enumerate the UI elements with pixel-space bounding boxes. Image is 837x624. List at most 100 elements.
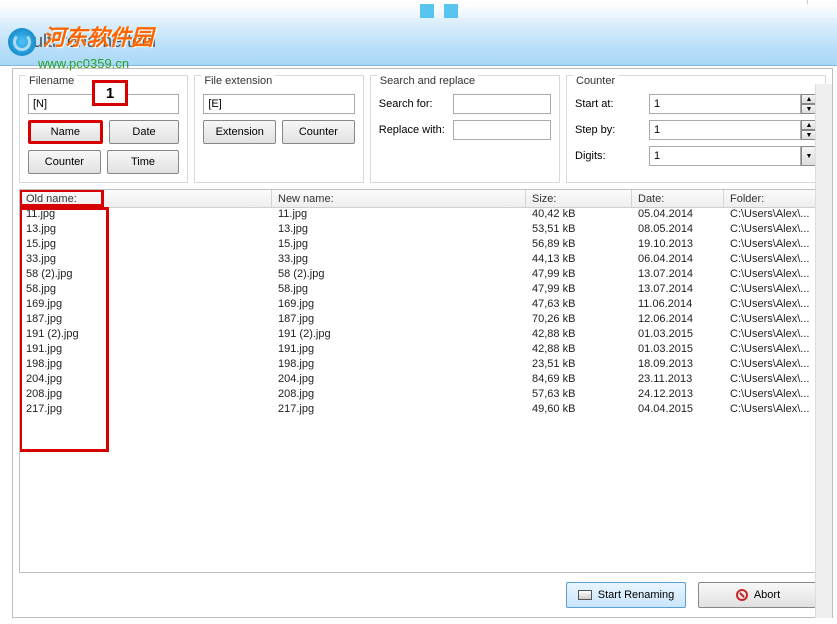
cell-old: 13.jpg xyxy=(20,223,272,238)
cell-new: 198.jpg xyxy=(272,358,526,373)
cell-old: 33.jpg xyxy=(20,253,272,268)
abort-icon xyxy=(736,589,748,601)
cell-new: 33.jpg xyxy=(272,253,526,268)
name-button[interactable]: Name xyxy=(28,120,103,144)
file-list: Old name: New name: Size: Date: Folder: … xyxy=(19,189,826,573)
search-legend: Search and replace xyxy=(377,75,478,87)
cell-date: 06.04.2014 xyxy=(632,253,724,268)
cell-size: 47,99 kB xyxy=(526,283,632,298)
cell-date: 18.09.2013 xyxy=(632,358,724,373)
extension-legend: File extension xyxy=(201,75,275,87)
table-row[interactable]: 208.jpg208.jpg57,63 kB24.12.2013C:\Users… xyxy=(20,388,825,403)
start-renaming-label: Start Renaming xyxy=(598,589,674,601)
cell-size: 44,13 kB xyxy=(526,253,632,268)
cell-old: 187.jpg xyxy=(20,313,272,328)
cell-new: 187.jpg xyxy=(272,313,526,328)
cell-old: 11.jpg xyxy=(20,208,272,223)
cell-new: 58.jpg xyxy=(272,283,526,298)
cell-date: 19.10.2013 xyxy=(632,238,724,253)
cell-folder: C:\Users\Alex\... xyxy=(724,223,825,238)
cell-old: 191.jpg xyxy=(20,343,272,358)
cell-size: 42,88 kB xyxy=(526,343,632,358)
table-row[interactable]: 198.jpg198.jpg23,51 kB18.09.2013C:\Users… xyxy=(20,358,825,373)
col-header-new[interactable]: New name: xyxy=(272,190,526,207)
cell-date: 13.07.2014 xyxy=(632,268,724,283)
cell-date: 04.04.2015 xyxy=(632,403,724,418)
cell-folder: C:\Users\Alex\... xyxy=(724,403,825,418)
table-row[interactable]: 11.jpg11.jpg40,42 kB05.04.2014C:\Users\A… xyxy=(20,208,825,223)
extension-button[interactable]: Extension xyxy=(203,120,276,144)
vertical-scrollbar[interactable] xyxy=(815,84,832,618)
table-row[interactable]: 187.jpg187.jpg70,26 kB12.06.2014C:\Users… xyxy=(20,313,825,328)
cell-date: 23.11.2013 xyxy=(632,373,724,388)
replace-with-input[interactable] xyxy=(453,120,551,140)
counter-button[interactable]: Counter xyxy=(28,150,101,174)
cell-old: 198.jpg xyxy=(20,358,272,373)
table-row[interactable]: 191.jpg191.jpg42,88 kB01.03.2015C:\Users… xyxy=(20,343,825,358)
cell-size: 70,26 kB xyxy=(526,313,632,328)
abort-label: Abort xyxy=(754,589,780,601)
cell-folder: C:\Users\Alex\... xyxy=(724,358,825,373)
cell-size: 47,63 kB xyxy=(526,298,632,313)
extension-input[interactable] xyxy=(203,94,354,114)
table-row[interactable]: 33.jpg33.jpg44,13 kB06.04.2014C:\Users\A… xyxy=(20,253,825,268)
cell-size: 40,42 kB xyxy=(526,208,632,223)
extension-groupbox: File extension Extension Counter xyxy=(194,75,363,183)
digits-label: Digits: xyxy=(575,150,645,162)
cell-date: 08.05.2014 xyxy=(632,223,724,238)
cell-date: 12.06.2014 xyxy=(632,313,724,328)
search-for-input[interactable] xyxy=(453,94,551,114)
table-row[interactable]: 191 (2).jpg191 (2).jpg42,88 kB01.03.2015… xyxy=(20,328,825,343)
table-row[interactable]: 15.jpg15.jpg56,89 kB19.10.2013C:\Users\A… xyxy=(20,238,825,253)
col-header-old[interactable]: Old name: xyxy=(20,190,272,207)
table-row[interactable]: 58.jpg58.jpg47,99 kB13.07.2014C:\Users\A… xyxy=(20,283,825,298)
counter-groupbox: Counter Start at: ▲▼ Step by: ▲▼ Digits: xyxy=(566,75,826,183)
digits-input[interactable] xyxy=(649,146,801,166)
table-row[interactable]: 204.jpg204.jpg84,69 kB23.11.2013C:\Users… xyxy=(20,373,825,388)
table-row[interactable]: 13.jpg13.jpg53,51 kB08.05.2014C:\Users\A… xyxy=(20,223,825,238)
date-button[interactable]: Date xyxy=(109,120,180,144)
abort-button[interactable]: Abort xyxy=(698,582,818,608)
cell-old: 217.jpg xyxy=(20,403,272,418)
cell-size: 84,69 kB xyxy=(526,373,632,388)
rename-icon xyxy=(578,590,592,600)
step-by-input[interactable] xyxy=(649,120,801,140)
cell-folder: C:\Users\Alex\... xyxy=(724,388,825,403)
col-header-date[interactable]: Date: xyxy=(632,190,724,207)
cell-date: 05.04.2014 xyxy=(632,208,724,223)
table-row[interactable]: 217.jpg217.jpg49,60 kB04.04.2015C:\Users… xyxy=(20,403,825,418)
filename-legend: Filename xyxy=(26,75,77,87)
cell-old: 58.jpg xyxy=(20,283,272,298)
start-at-label: Start at: xyxy=(575,98,645,110)
cell-new: 217.jpg xyxy=(272,403,526,418)
cell-new: 169.jpg xyxy=(272,298,526,313)
col-header-folder[interactable]: Folder: xyxy=(724,190,825,207)
cell-date: 24.12.2013 xyxy=(632,388,724,403)
cell-folder: C:\Users\Alex\... xyxy=(724,268,825,283)
cell-old: 169.jpg xyxy=(20,298,272,313)
cell-size: 23,51 kB xyxy=(526,358,632,373)
start-renaming-button[interactable]: Start Renaming xyxy=(566,582,686,608)
tool-title-band: Multi rename tool xyxy=(0,18,837,66)
cell-folder: C:\Users\Alex\... xyxy=(724,328,825,343)
table-row[interactable]: 169.jpg169.jpg47,63 kB11.06.2014C:\Users… xyxy=(20,298,825,313)
cell-old: 191 (2).jpg xyxy=(20,328,272,343)
cell-date: 01.03.2015 xyxy=(632,343,724,358)
filename-groupbox: Filename 1 Name Date Counter Time xyxy=(19,75,188,183)
cell-old: 204.jpg xyxy=(20,373,272,388)
cell-new: 11.jpg xyxy=(272,208,526,223)
list-rows: 11.jpg11.jpg40,42 kB05.04.2014C:\Users\A… xyxy=(20,208,825,418)
cell-folder: C:\Users\Alex\... xyxy=(724,343,825,358)
cell-folder: C:\Users\Alex\... xyxy=(724,373,825,388)
cell-folder: C:\Users\Alex\... xyxy=(724,283,825,298)
list-header: Old name: New name: Size: Date: Folder: xyxy=(20,190,825,208)
cell-date: 13.07.2014 xyxy=(632,283,724,298)
cell-folder: C:\Users\Alex\... xyxy=(724,253,825,268)
cell-new: 204.jpg xyxy=(272,373,526,388)
col-header-size[interactable]: Size: xyxy=(526,190,632,207)
start-at-input[interactable] xyxy=(649,94,801,114)
time-button[interactable]: Time xyxy=(107,150,180,174)
cell-old: 58 (2).jpg xyxy=(20,268,272,283)
table-row[interactable]: 58 (2).jpg58 (2).jpg47,99 kB13.07.2014C:… xyxy=(20,268,825,283)
ext-counter-button[interactable]: Counter xyxy=(282,120,355,144)
